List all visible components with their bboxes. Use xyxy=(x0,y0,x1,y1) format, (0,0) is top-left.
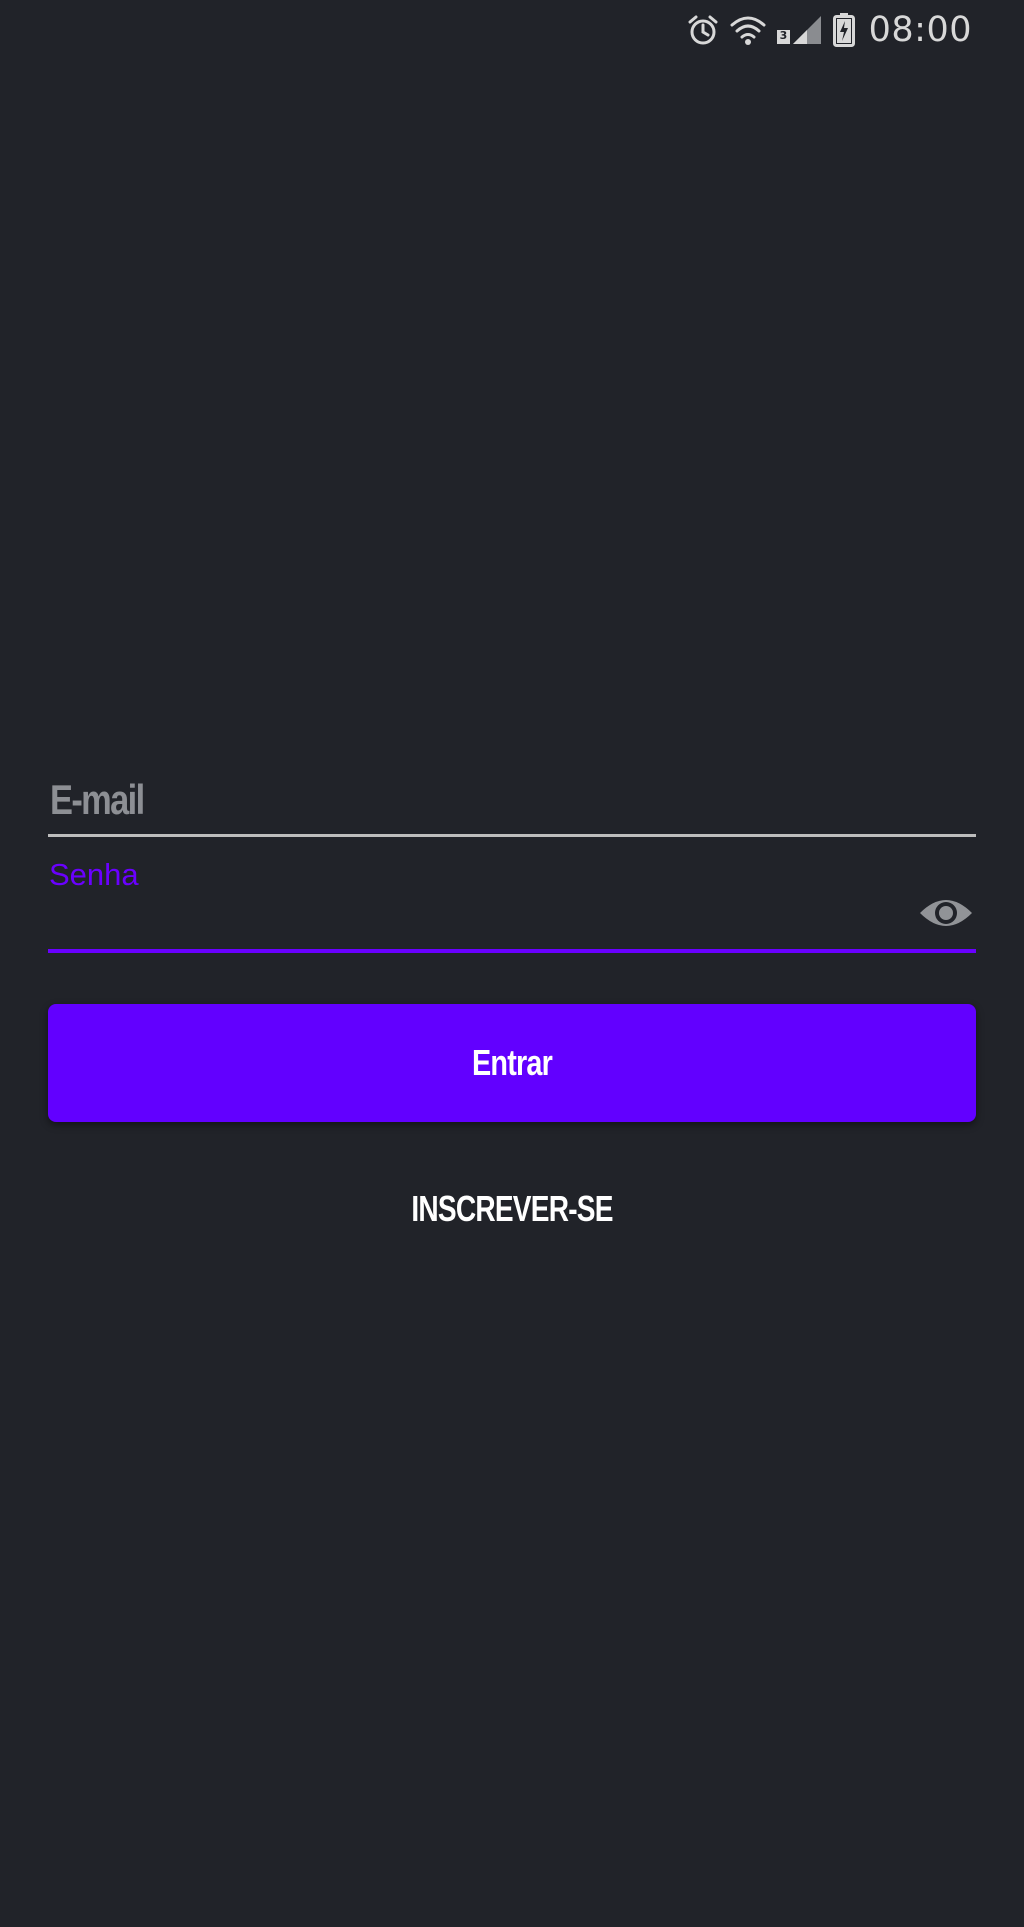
login-button-label: Entrar xyxy=(471,1042,553,1083)
password-label: Senha xyxy=(49,857,139,892)
battery-charging-icon xyxy=(832,13,855,47)
signal-icon: 3 xyxy=(776,14,823,46)
signup-link[interactable]: INSCREVER-SE xyxy=(0,1188,1024,1230)
status-icons: 3 08:00 xyxy=(687,8,972,52)
eye-icon xyxy=(920,900,972,926)
email-field[interactable] xyxy=(50,776,788,824)
status-time: 08:00 xyxy=(868,10,972,50)
password-field-container: Senha xyxy=(48,857,976,953)
status-bar: 3 08:00 xyxy=(0,0,1024,60)
password-field[interactable] xyxy=(48,901,888,941)
sim-slot-label: 3 xyxy=(779,29,788,42)
signup-link-label: INSCREVER-SE xyxy=(411,1188,613,1229)
toggle-password-visibility-button[interactable] xyxy=(916,891,976,935)
login-form: Senha Entrar xyxy=(48,760,976,1122)
wifi-icon xyxy=(729,14,767,46)
email-field-container xyxy=(48,760,976,837)
alarm-icon xyxy=(687,14,719,46)
login-button[interactable]: Entrar xyxy=(48,1004,976,1122)
